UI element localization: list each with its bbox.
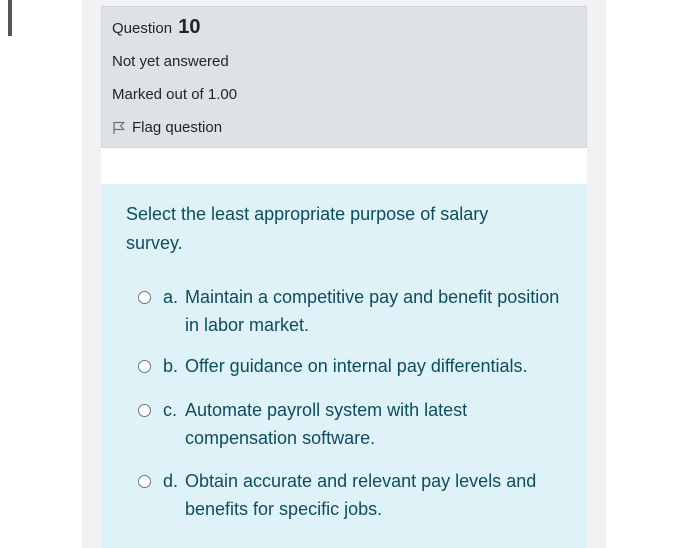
question-text: Select the least appropriate purpose of … [126,204,489,253]
answer-text: Offer guidance on internal pay different… [185,356,528,376]
answer-letter: c. [163,400,178,420]
question-label: Question [112,20,173,37]
flag-question-link[interactable]: Flag question [112,119,222,136]
left-edge-marker [8,0,12,36]
answer-label-d: d. Obtain accurate and relevant pay leve… [163,467,565,523]
answer-label-c: c. Automate payroll system with latest c… [163,396,565,452]
answer-letter: a. [163,287,179,307]
answer-text: Obtain accurate and relevant pay levels … [185,471,537,519]
question-number: Question 10 [112,16,200,39]
answer-label-b: b. Offer guidance on internal pay differ… [163,352,565,380]
question-content: Select the least appropriate purpose of … [101,184,587,548]
answer-letter: d. [163,471,179,491]
radio-icon[interactable] [138,404,151,417]
grade-info: Marked out of 1.00 [112,86,238,103]
answer-option-c[interactable]: c. Automate payroll system with latest c… [138,396,568,452]
answer-option-a[interactable]: a. Maintain a competitive pay and benefi… [138,283,568,339]
flag-question-label: Flag question [132,119,223,136]
answer-state: Not yet answered [112,53,229,70]
answer-text: Maintain a competitive pay and benefit p… [185,287,560,335]
answer-text: Automate payroll system with latest comp… [185,400,468,448]
answer-letter: b. [163,356,179,376]
panel-separator [101,148,587,184]
answer-option-b[interactable]: b. Offer guidance on internal pay differ… [138,352,568,380]
answer-option-d[interactable]: d. Obtain accurate and relevant pay leve… [138,467,568,523]
question-number-value: 10 [178,16,201,38]
radio-icon[interactable] [138,291,151,304]
question-info-panel: Question 10 Not yet answered Marked out … [101,6,587,148]
radio-icon[interactable] [138,475,151,488]
answer-label-a: a. Maintain a competitive pay and benefi… [163,283,565,339]
radio-icon[interactable] [138,360,151,373]
flag-icon [113,121,125,134]
